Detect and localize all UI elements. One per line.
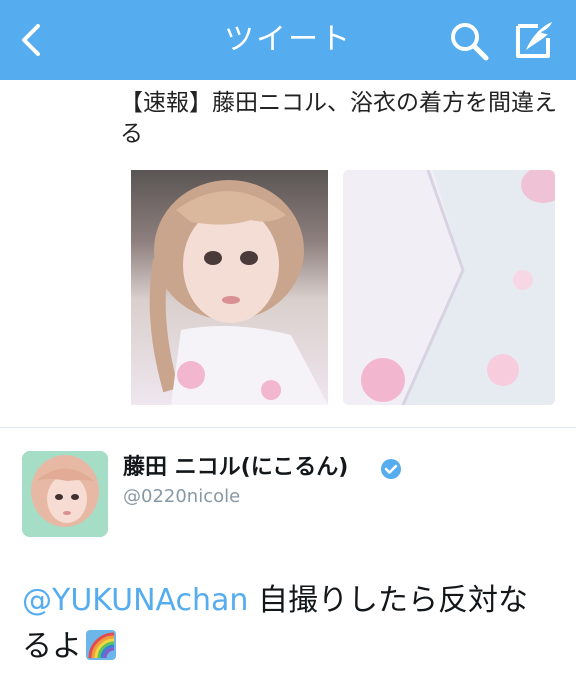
tweet-divider <box>0 427 576 428</box>
avatar-illustration <box>22 451 108 537</box>
yukata-closeup-illustration <box>343 170 555 405</box>
quoted-tweet-text: 【速報】藤田ニコル、浴衣の着方を間違える <box>120 90 557 147</box>
mention-link[interactable]: @YUKUNAchan <box>22 583 248 618</box>
display-name[interactable]: 藤田 ニコル(にこるん) <box>123 453 348 483</box>
rainbow-emoji-icon <box>86 630 116 660</box>
user-handle[interactable]: @0220nicole <box>123 485 240 509</box>
quoted-tweet-photo-2[interactable] <box>343 170 555 405</box>
search-icon[interactable] <box>448 20 490 62</box>
verified-badge-icon <box>381 459 401 479</box>
top-navigation-bar: ツイート <box>0 0 576 80</box>
tweet-text: @YUKUNAchan 自撮りしたら反対なるよ <box>22 578 542 670</box>
quoted-tweet-photo-1[interactable] <box>131 170 328 405</box>
compose-icon[interactable] <box>512 18 556 62</box>
avatar[interactable] <box>22 451 108 537</box>
selfie-photo-illustration <box>149 180 328 405</box>
